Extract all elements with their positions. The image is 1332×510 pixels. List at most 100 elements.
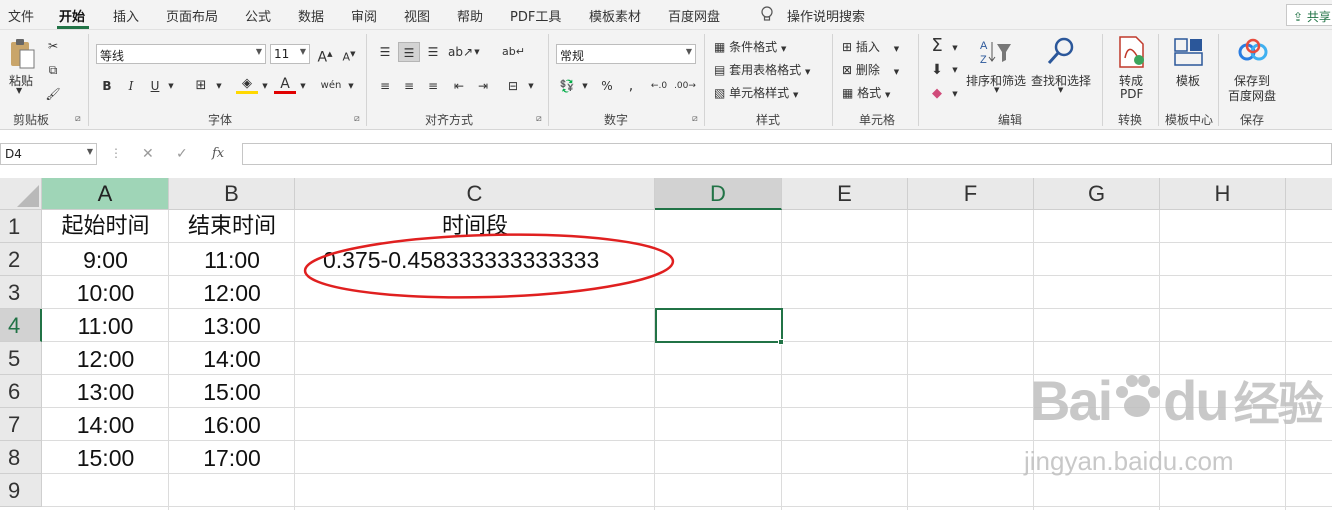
menu-review[interactable]: 审阅: [351, 6, 377, 25]
menu-home[interactable]: 开始: [59, 6, 85, 25]
column-header-i[interactable]: [1286, 178, 1332, 210]
cell-b7[interactable]: 16:00: [169, 408, 295, 441]
formula-input[interactable]: [242, 143, 1332, 165]
conditional-format-button[interactable]: ▦ 条件格式 ▼: [714, 38, 786, 55]
cell-a6[interactable]: 13:00: [42, 375, 169, 408]
menu-page-layout[interactable]: 页面布局: [166, 6, 218, 25]
enter-icon[interactable]: ✓: [176, 146, 188, 162]
cell-b4[interactable]: 13:00: [169, 309, 295, 342]
cell-a3[interactable]: 10:00: [42, 276, 169, 309]
share-button[interactable]: ⇪ 共享: [1286, 4, 1332, 26]
menu-templates[interactable]: 模板素材: [589, 6, 641, 25]
chevron-down-icon[interactable]: ▼: [292, 76, 314, 96]
chevron-down-icon[interactable]: ▼: [944, 38, 966, 58]
number-format-combo[interactable]: 常规 ▼: [556, 44, 696, 64]
column-header-h[interactable]: H: [1160, 178, 1286, 210]
chevron-down-icon[interactable]: ▼: [160, 76, 182, 96]
cell-b2[interactable]: 11:00: [169, 243, 295, 276]
align-middle-icon[interactable]: ☰: [398, 42, 420, 62]
template-button[interactable]: 模板: [1176, 72, 1200, 89]
row-header-6[interactable]: 6: [0, 375, 42, 408]
row-header-3[interactable]: 3: [0, 276, 42, 309]
column-header-g[interactable]: G: [1034, 178, 1160, 210]
more-options-icon[interactable]: ⋮: [110, 146, 122, 160]
menu-insert[interactable]: 插入: [113, 6, 139, 25]
cell-a7[interactable]: 14:00: [42, 408, 169, 441]
chevron-down-icon[interactable]: ▼: [466, 42, 488, 62]
cell-b3[interactable]: 12:00: [169, 276, 295, 309]
align-top-icon[interactable]: ☰: [374, 42, 396, 62]
increase-decimal-icon[interactable]: ←.0: [648, 76, 670, 96]
template-icon[interactable]: [1174, 38, 1204, 69]
chevron-down-icon[interactable]: ▼: [994, 86, 999, 94]
format-as-table-button[interactable]: ▤ 套用表格格式 ▼: [714, 61, 810, 78]
find-select-icon[interactable]: [1046, 36, 1076, 69]
cell-a4[interactable]: 11:00: [42, 309, 169, 342]
paste-dropdown-icon[interactable]: ▼: [16, 86, 22, 95]
increase-font-icon[interactable]: A▲: [314, 44, 336, 66]
chevron-down-icon[interactable]: ▼: [1058, 86, 1063, 94]
cancel-icon[interactable]: ✕: [142, 146, 154, 162]
column-header-a[interactable]: A: [42, 178, 169, 210]
chevron-down-icon[interactable]: ▼: [944, 84, 966, 104]
menu-help[interactable]: 帮助: [457, 6, 483, 25]
align-center-icon[interactable]: ≡: [398, 76, 420, 96]
bold-icon[interactable]: B: [96, 76, 118, 96]
alignment-launcher-icon[interactable]: ⧄: [536, 114, 542, 124]
align-bottom-icon[interactable]: ☰: [422, 42, 444, 62]
menu-file[interactable]: 文件: [8, 6, 34, 25]
insert-cells-button[interactable]: ⊞ 插入 ▼: [842, 38, 899, 55]
cell-b1[interactable]: 结束时间: [169, 210, 295, 243]
sort-filter-icon[interactable]: AZ: [980, 38, 1012, 69]
clipboard-launcher-icon[interactable]: ⧄: [75, 114, 81, 124]
cell-a5[interactable]: 12:00: [42, 342, 169, 375]
menu-pdf-tools[interactable]: PDF工具: [510, 6, 561, 25]
name-box[interactable]: D4 ▼: [0, 143, 97, 165]
lightbulb-icon[interactable]: [760, 6, 774, 26]
increase-indent-icon[interactable]: ⇥: [472, 76, 494, 96]
tell-me-search[interactable]: 操作说明搜索: [787, 6, 865, 25]
decrease-font-icon[interactable]: A▼: [338, 44, 360, 64]
copy-icon[interactable]: ⧉: [42, 60, 64, 80]
row-header-8[interactable]: 8: [0, 441, 42, 474]
column-header-e[interactable]: E: [782, 178, 908, 210]
font-size-combo[interactable]: 11 ▼: [270, 44, 310, 64]
save-to-netdisk-line2[interactable]: 百度网盘: [1228, 87, 1276, 104]
column-header-c[interactable]: C: [295, 178, 655, 210]
row-header-9[interactable]: 9: [0, 474, 42, 507]
menu-data[interactable]: 数据: [298, 6, 324, 25]
cell-b5[interactable]: 14:00: [169, 342, 295, 375]
menu-formulas[interactable]: 公式: [245, 6, 271, 25]
percent-button[interactable]: %: [596, 76, 618, 96]
active-cell-d4[interactable]: [655, 308, 783, 343]
baidu-netdisk-icon[interactable]: [1238, 38, 1268, 67]
align-left-icon[interactable]: ≡: [374, 76, 396, 96]
cell-a2[interactable]: 9:00: [42, 243, 169, 276]
chevron-down-icon[interactable]: ▼: [944, 60, 966, 80]
cell-b6[interactable]: 15:00: [169, 375, 295, 408]
wrap-text-icon[interactable]: ab↵: [502, 42, 525, 62]
column-header-f[interactable]: F: [908, 178, 1034, 210]
chevron-down-icon[interactable]: ▼: [340, 76, 362, 96]
phonetic-guide-icon[interactable]: wén: [320, 76, 342, 96]
row-header-4[interactable]: 4: [0, 309, 42, 342]
font-launcher-icon[interactable]: ⧄: [354, 114, 360, 124]
row-header-5[interactable]: 5: [0, 342, 42, 375]
decrease-decimal-icon[interactable]: .00→: [674, 76, 696, 96]
align-right-icon[interactable]: ≡: [422, 76, 444, 96]
cut-icon[interactable]: ✂: [42, 36, 64, 56]
menu-baidu-netdisk[interactable]: 百度网盘: [668, 6, 720, 25]
menu-view[interactable]: 视图: [404, 6, 430, 25]
convert-pdf-line2[interactable]: PDF: [1120, 87, 1143, 101]
cell-a1[interactable]: 起始时间: [42, 210, 169, 243]
chevron-down-icon[interactable]: ▼: [574, 76, 596, 96]
chevron-down-icon[interactable]: ▼: [208, 76, 230, 96]
select-all-corner[interactable]: [0, 178, 42, 210]
pdf-icon[interactable]: [1117, 36, 1145, 71]
cell-a8[interactable]: 15:00: [42, 441, 169, 474]
cell-styles-button[interactable]: ▧ 单元格样式 ▼: [714, 84, 798, 101]
chevron-down-icon[interactable]: ▼: [254, 76, 276, 96]
column-header-b[interactable]: B: [169, 178, 295, 210]
paste-icon[interactable]: [8, 38, 36, 73]
cell-b8[interactable]: 17:00: [169, 441, 295, 474]
